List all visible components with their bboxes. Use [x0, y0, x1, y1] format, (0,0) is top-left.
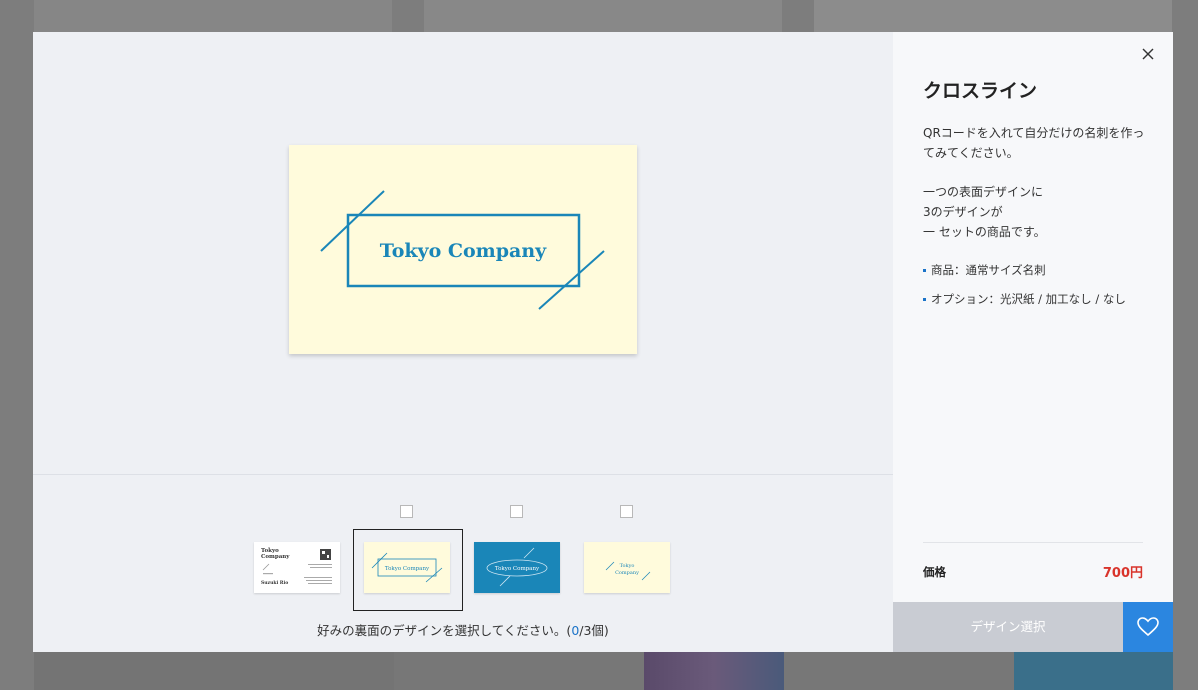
- checkbox-back-option-3[interactable]: [620, 505, 633, 518]
- spec-list: 商品：通常サイズ名刺 オプション：光沢紙 / 加工なし / なし: [923, 262, 1126, 320]
- svg-text:Suzuki Rio: Suzuki Rio: [261, 580, 288, 586]
- price-label: 価格: [923, 565, 946, 579]
- preview-stage: Tokyo Company: [33, 32, 893, 474]
- preview-card-art: Tokyo Company: [320, 190, 605, 310]
- svg-text:Tokyo: Tokyo: [620, 563, 635, 569]
- checkbox-back-option-1[interactable]: [400, 505, 413, 518]
- background-tile: [34, 0, 392, 32]
- design-title: クロスライン: [923, 80, 1038, 102]
- favorite-button[interactable]: [1123, 602, 1173, 652]
- checkbox-back-option-2[interactable]: [510, 505, 523, 518]
- background-tile: [814, 0, 1172, 32]
- info-pane: クロスライン QRコードを入れて自分だけの名刺を作ってみてください。 一つの表面…: [893, 32, 1173, 652]
- preview-company-name: Tokyo Company: [380, 240, 547, 262]
- price-value: 700円: [1102, 566, 1143, 581]
- thumbnail-back-option-2[interactable]: Tokyo Company: [474, 542, 560, 593]
- background-strip: [34, 652, 1173, 690]
- svg-text:Tokyo Company: Tokyo Company: [495, 566, 540, 572]
- preview-card: Tokyo Company: [289, 145, 637, 354]
- thumbnail-front[interactable]: Tokyo Company Suzuki Rio: [254, 542, 340, 593]
- design-description: QRコードを入れて自分だけの名刺を作ってみてください。 一つの表面デザインに 3…: [923, 126, 1145, 239]
- divider: [923, 542, 1143, 543]
- thumbnail-back-option-3[interactable]: Tokyo Company: [584, 542, 670, 593]
- spec-item: オプション：光沢紙 / 加工なし / なし: [923, 291, 1126, 307]
- heart-icon: [1137, 617, 1159, 637]
- close-button[interactable]: [1138, 44, 1158, 64]
- background-tile: [424, 0, 782, 32]
- preview-pane: Tokyo Company Tokyo Company Suzuki Rio T…: [33, 32, 893, 652]
- spec-item: 商品：通常サイズ名刺: [923, 262, 1126, 278]
- svg-text:Company: Company: [615, 570, 639, 576]
- svg-text:Company: Company: [261, 554, 290, 560]
- select-design-button[interactable]: デザイン選択: [893, 602, 1123, 652]
- close-icon: [1142, 48, 1154, 60]
- svg-text:Tokyo Company: Tokyo Company: [385, 566, 430, 572]
- selection-hint: 好みの裏面のデザインを選択してください。(0/3個): [317, 623, 609, 638]
- design-detail-modal: Tokyo Company Tokyo Company Suzuki Rio T…: [33, 32, 1173, 652]
- thumbnail-strip: Tokyo Company Suzuki Rio Tokyo Company T…: [33, 475, 893, 652]
- thumbnail-back-option-1[interactable]: Tokyo Company: [364, 542, 450, 593]
